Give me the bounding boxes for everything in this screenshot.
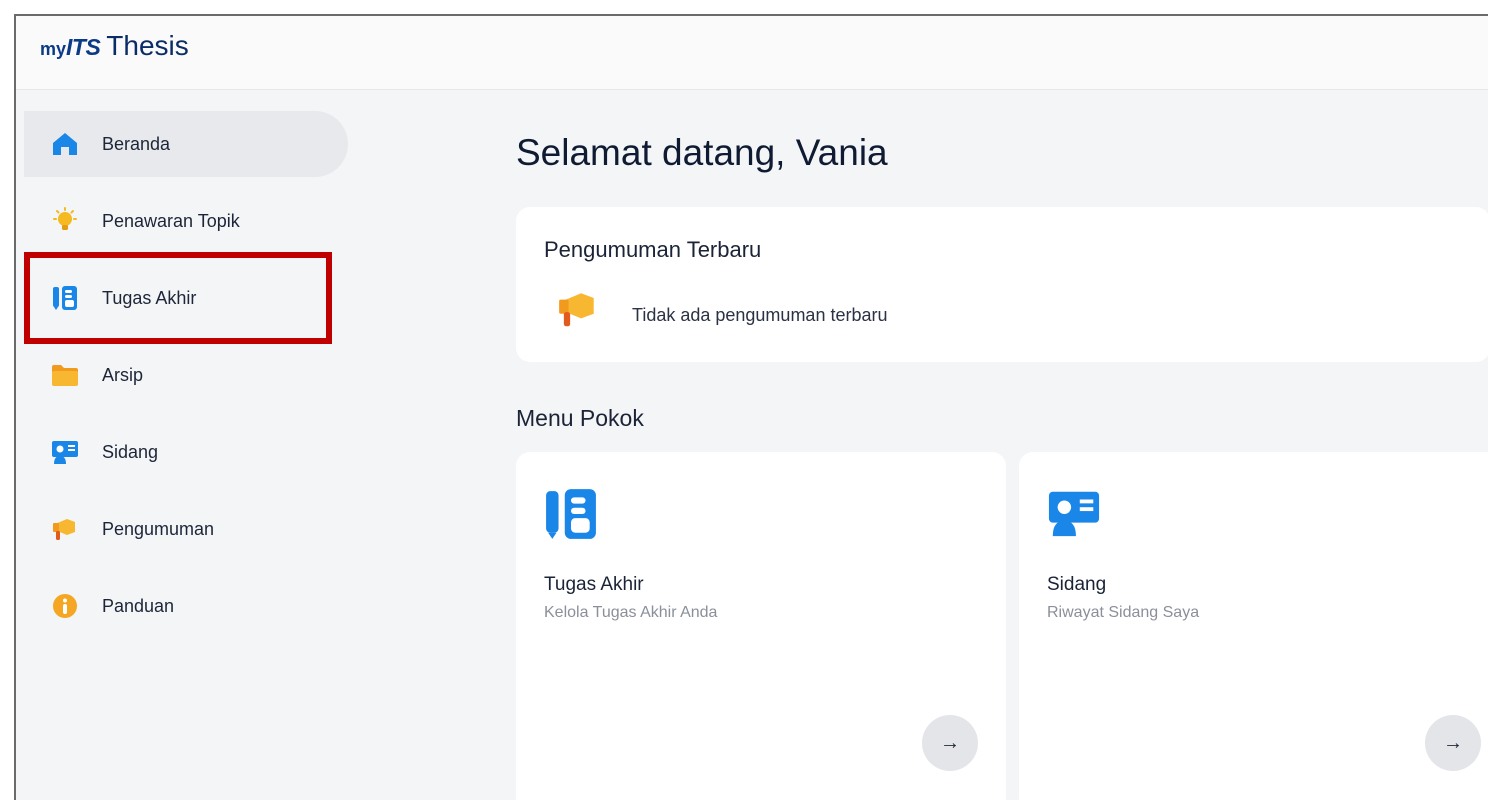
megaphone-icon — [50, 514, 80, 544]
sidebar-item-label: Sidang — [102, 441, 159, 462]
brand-logo[interactable]: my ITS Thesis — [40, 30, 189, 62]
announcement-card: Pengumuman Terbaru Tidak ada pengumuman … — [516, 207, 1488, 362]
menu-card-sidang[interactable]: Sidang Riwayat Sidang Saya → — [1019, 452, 1488, 800]
menu-section-title: Menu Pokok — [516, 405, 644, 431]
card-title: Tugas Akhir — [544, 574, 644, 595]
brand-its: ITS — [66, 34, 101, 60]
card-subtitle: Riwayat Sidang Saya — [1047, 604, 1200, 621]
sidebar-item-label: Arsip — [102, 364, 144, 385]
sidebar-item-label: Tugas Akhir — [102, 287, 197, 308]
app-window: my ITS Thesis Beranda Penawaran Topik Tu… — [14, 14, 1488, 800]
brand-my: my — [40, 39, 67, 59]
thesis-book-icon — [544, 486, 598, 547]
sidebar-item-tugas-akhir[interactable]: Tugas Akhir — [24, 265, 348, 331]
sidebar: Beranda Penawaran Topik Tugas Akhir Arsi… — [16, 91, 356, 800]
card-subtitle: Kelola Tugas Akhir Anda — [544, 604, 718, 621]
sidebar-item-label: Pengumuman — [102, 518, 215, 539]
arrow-right-button[interactable]: → — [922, 715, 978, 771]
sidebar-item-panduan[interactable]: Panduan — [24, 573, 348, 639]
presentation-icon — [1047, 486, 1101, 545]
announcement-empty-text: Tidak ada pengumuman terbaru — [632, 305, 888, 325]
megaphone-icon — [556, 287, 600, 336]
sidebar-item-penawaran-topik[interactable]: Penawaran Topik — [24, 188, 348, 254]
thesis-book-icon — [50, 283, 80, 313]
sidebar-item-pengumuman[interactable]: Pengumuman — [24, 496, 348, 562]
home-icon — [50, 129, 80, 159]
menu-card-tugas-akhir[interactable]: Tugas Akhir Kelola Tugas Akhir Anda → — [516, 452, 1006, 800]
folder-icon — [50, 360, 80, 390]
main-content: Selamat datang, Vania Pengumuman Terbaru… — [516, 91, 1488, 800]
card-title: Sidang — [1047, 574, 1107, 595]
sidebar-item-label: Panduan — [102, 595, 175, 616]
sidebar-item-label: Beranda — [102, 133, 171, 154]
sidebar-item-beranda[interactable]: Beranda — [24, 111, 348, 177]
arrow-right-button[interactable]: → — [1425, 715, 1481, 771]
info-icon — [50, 591, 80, 621]
lightbulb-icon — [50, 206, 80, 236]
presentation-icon — [50, 437, 80, 467]
sidebar-item-sidang[interactable]: Sidang — [24, 419, 348, 485]
top-bar: my ITS Thesis — [16, 16, 1488, 90]
brand-product: Thesis — [106, 30, 189, 61]
sidebar-item-label: Penawaran Topik — [102, 210, 240, 231]
announcement-title: Pengumuman Terbaru — [544, 237, 762, 262]
sidebar-item-arsip[interactable]: Arsip — [24, 342, 348, 408]
page-title: Selamat datang, Vania — [516, 132, 888, 173]
